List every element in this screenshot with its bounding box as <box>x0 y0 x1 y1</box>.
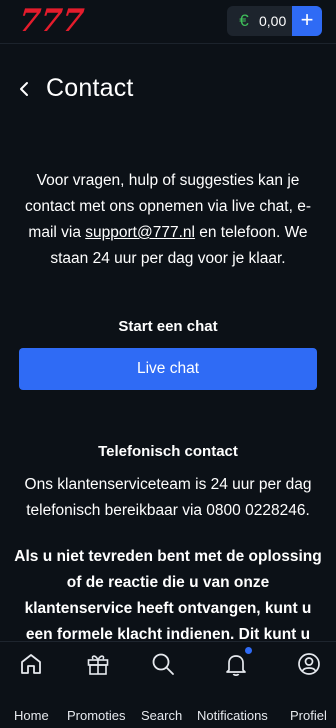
back-chevron-icon[interactable] <box>15 79 35 99</box>
support-email-link[interactable]: support@777.nl <box>85 224 195 241</box>
euro-icon: € <box>239 11 249 30</box>
nav-item-search[interactable]: Search <box>132 642 194 728</box>
nav-label-profiel: Profiel <box>290 708 327 723</box>
home-icon <box>21 654 41 674</box>
bell-icon <box>226 655 246 676</box>
page-header: Contact <box>0 68 336 114</box>
nav-item-promoties[interactable]: Promoties <box>62 642 132 728</box>
balance-amount: 0,00 <box>259 13 287 29</box>
nav-label-promoties: Promoties <box>67 708 126 723</box>
balance-widget[interactable]: € 0,00 + <box>227 6 322 36</box>
notification-dot <box>245 647 252 654</box>
nav-label-search: Search <box>141 708 183 723</box>
nav-label-notifications: Notifications <box>197 708 268 723</box>
phone-text: Ons klantenserviceteam is 24 uur per dag… <box>24 476 312 519</box>
nav-item-home[interactable]: Home <box>0 642 62 728</box>
chat-heading: Start een chat <box>118 318 218 335</box>
deposit-button[interactable]: + <box>292 6 322 36</box>
gift-icon <box>87 655 109 675</box>
search-icon <box>152 653 174 675</box>
nav-label-home: Home <box>14 708 49 723</box>
top-bar: 777 € 0,00 + <box>0 0 336 44</box>
bottom-nav: Home Promoties Search Notifications Prof… <box>0 641 336 728</box>
intro-text: Voor vragen, hulp of suggesties kan je c… <box>12 168 324 272</box>
nav-item-profiel[interactable]: Profiel <box>278 642 336 728</box>
live-chat-button[interactable]: Live chat <box>19 348 317 390</box>
phone-heading: Telefonisch contact <box>98 443 238 460</box>
logo[interactable]: 777 <box>17 3 86 39</box>
nav-item-notifications[interactable]: Notifications <box>194 642 278 728</box>
profile-icon <box>298 653 320 675</box>
page-title: Contact <box>46 74 134 102</box>
